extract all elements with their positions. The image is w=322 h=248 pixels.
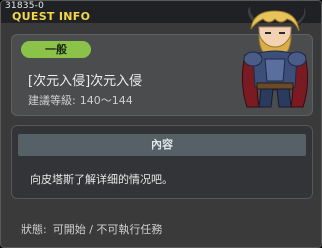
content-panel: 內容 向皮塔斯了解详细的情况吧。 <box>11 125 313 199</box>
category-badge: 一般 <box>21 41 91 58</box>
content-text: 向皮塔斯了解详细的情况吧。 <box>30 173 173 186</box>
horned-warrior-npc-icon <box>241 3 309 108</box>
quest-status: 狀態: 可開始 / 不可執行任務 <box>21 221 168 237</box>
status-value: 可開始 / 不可執行任務 <box>52 223 163 236</box>
level-label: 建議等級: <box>28 94 76 107</box>
window-title: QUEST INFO <box>12 10 91 23</box>
quest-name: [次元入侵]次元入侵 <box>28 74 143 89</box>
recommended-level: 建議等級: 140～144 <box>28 92 137 108</box>
status-label: 狀態: <box>21 223 47 236</box>
content-header: 內容 <box>18 134 306 156</box>
quest-info-window: 31835-0 QUEST INFO 一般 [次元入侵]次元入侵 建議等級: 14… <box>0 0 322 248</box>
level-range: 140～144 <box>79 94 133 107</box>
